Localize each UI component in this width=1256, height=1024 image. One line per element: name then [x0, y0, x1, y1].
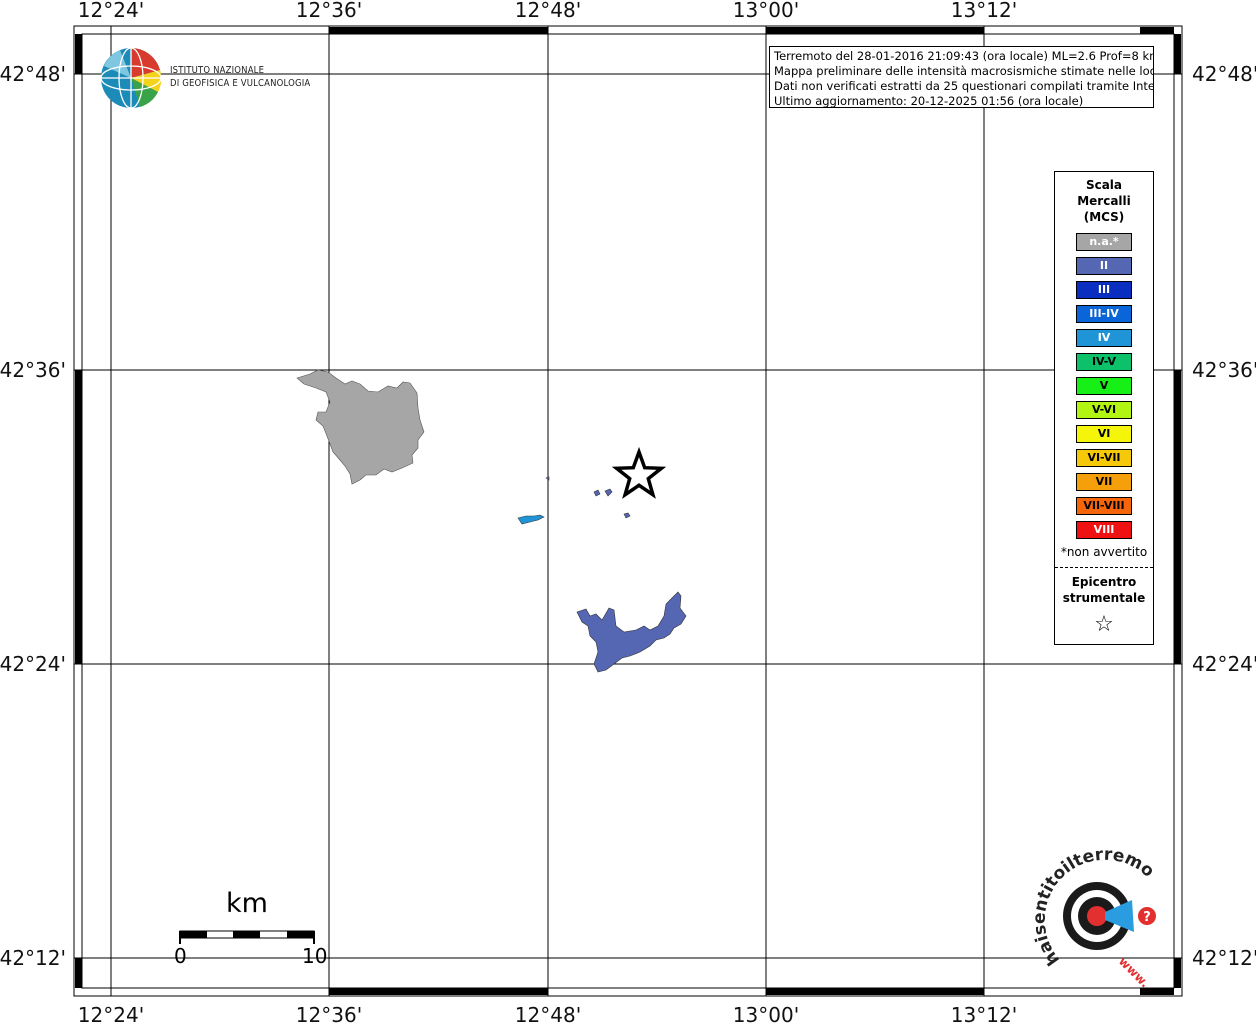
scale-max: 10	[302, 944, 328, 968]
lat-label-left: 42°24'	[0, 652, 66, 676]
legend-item: n.a.*	[1076, 233, 1132, 251]
legend-item: VII-VIII	[1076, 497, 1132, 515]
legend-star-icon: ☆	[1094, 612, 1114, 637]
ingv-logo-text: ISTITUTO NAZIONALE DI GEOFISICA E VULCAN…	[170, 64, 310, 90]
scale-unit: km	[226, 888, 268, 919]
legend-item: III-IV	[1076, 305, 1132, 323]
logo-line-2: DI GEOFISICA E VULCANOLOGIA	[170, 78, 311, 89]
lat-label-left: 42°36'	[0, 358, 66, 382]
event-info-line: Dati non verificati estratti da 25 quest…	[774, 79, 1154, 93]
lon-label-bottom: 12°36'	[296, 1003, 362, 1024]
lon-label-top: 13°12'	[951, 0, 1017, 22]
legend-item: IV	[1076, 329, 1132, 347]
legend-item: IV-V	[1076, 353, 1132, 371]
mcs-legend: Scala Mercalli (MCS) n.a.* II III III-IV…	[1054, 171, 1154, 645]
lat-label-left: 42°12'	[0, 946, 66, 970]
legend-item: V-VI	[1076, 401, 1132, 419]
legend-items: n.a.* II III III-IV IV IV-V V V-VI VI VI…	[1055, 233, 1153, 539]
legend-title-line: (MCS)	[1083, 210, 1125, 224]
lat-label-right: 42°12'	[1192, 946, 1256, 970]
lat-label-left: 42°48'	[0, 62, 66, 86]
event-info-box: Terremoto del 28-01-2016 21:09:43 (ora l…	[769, 46, 1154, 108]
legend-item: II	[1076, 257, 1132, 275]
legend-note: *non avvertito	[1060, 545, 1148, 559]
event-info-line: Terremoto del 28-01-2016 21:09:43 (ora l…	[774, 49, 1154, 63]
lon-label-bottom: 12°24'	[78, 1003, 144, 1024]
legend-epicenter-line: strumentale	[1062, 591, 1146, 605]
ingv-logo-icon	[100, 47, 162, 109]
legend-title-line: Mercalli	[1077, 194, 1131, 208]
lon-label-bottom: 13°12'	[951, 1003, 1017, 1024]
lat-label-right: 42°48'	[1192, 62, 1256, 86]
map-frame	[73, 25, 1183, 997]
legend-epicenter-label: Epicentro strumentale	[1055, 574, 1153, 606]
legend-item: VI	[1076, 425, 1132, 443]
lat-label-right: 42°24'	[1192, 652, 1256, 676]
lon-label-top: 13°00'	[733, 0, 799, 22]
lon-label-bottom: 13°00'	[733, 1003, 799, 1024]
legend-epicenter-line: Epicentro	[1071, 575, 1137, 589]
logo-line-1: ISTITUTO NAZIONALE	[170, 65, 265, 76]
legend-item: V	[1076, 377, 1132, 395]
legend-title: Scala Mercalli (MCS)	[1055, 177, 1153, 225]
legend-title-line: Scala	[1085, 178, 1123, 192]
event-info-line: Mappa preliminare delle intensità macros…	[774, 64, 1154, 78]
legend-item: VII	[1076, 473, 1132, 491]
legend-item: III	[1076, 281, 1132, 299]
lon-label-top: 12°36'	[296, 0, 362, 22]
legend-divider	[1055, 567, 1153, 568]
lon-label-top: 12°24'	[78, 0, 144, 22]
lat-label-right: 42°36'	[1192, 358, 1256, 382]
lon-label-top: 12°48'	[515, 0, 581, 22]
lon-label-bottom: 12°48'	[515, 1003, 581, 1024]
event-info-line: Ultimo aggiornamento: 20-12-2025 01:56 (…	[774, 94, 1084, 108]
scale-min: 0	[174, 944, 187, 968]
legend-item: VI-VII	[1076, 449, 1132, 467]
badge-question: ?	[1143, 910, 1151, 925]
legend-item: VIII	[1076, 521, 1132, 539]
